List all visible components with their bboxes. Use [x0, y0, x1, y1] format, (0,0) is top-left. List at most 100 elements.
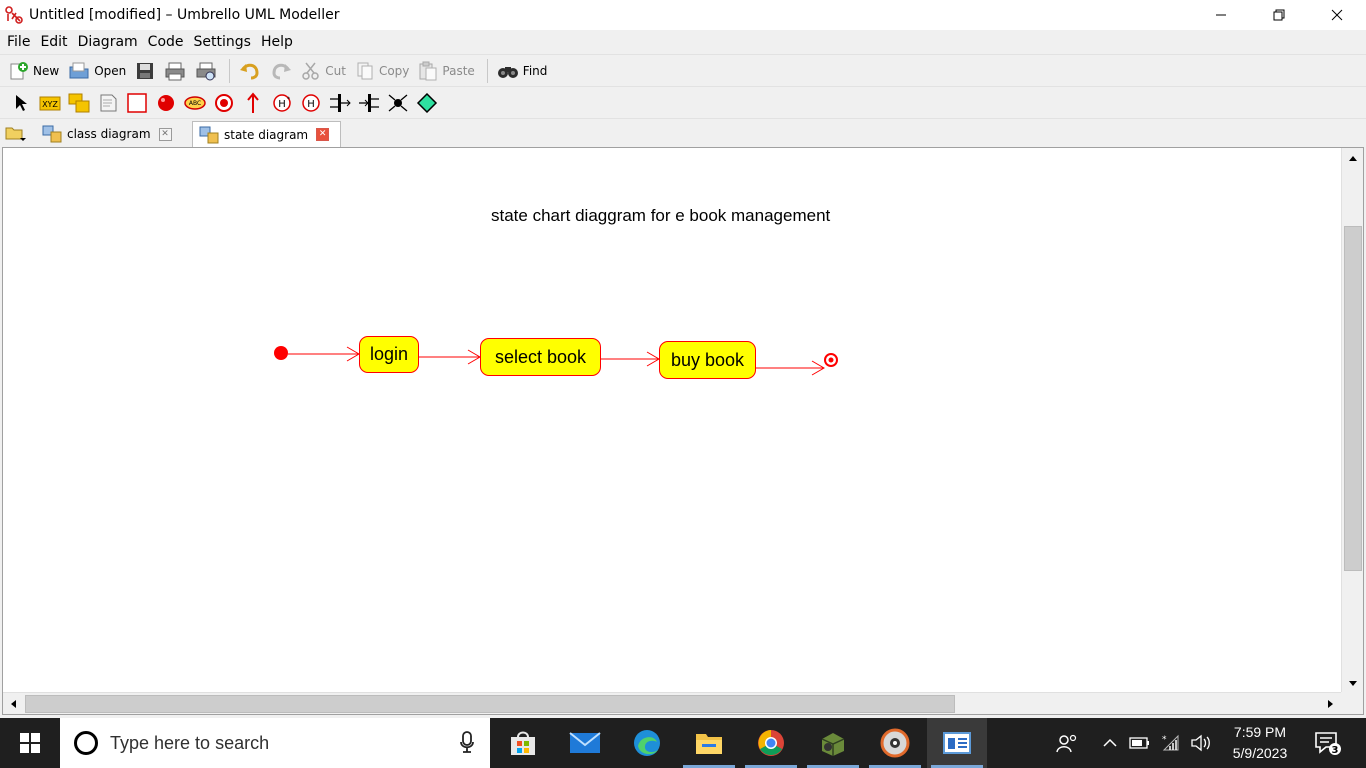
volume-icon[interactable] — [1188, 718, 1214, 768]
toolbar-separator — [486, 58, 488, 83]
print-button[interactable] — [161, 58, 189, 84]
close-button[interactable] — [1308, 0, 1366, 30]
people-icon[interactable] — [1052, 718, 1082, 768]
close-tab-icon[interactable]: ✕ — [158, 127, 172, 141]
note-tool[interactable] — [93, 90, 122, 116]
deep-history-icon: H * — [272, 93, 291, 112]
find-button[interactable]: Find — [494, 58, 551, 84]
printer-icon — [165, 62, 185, 80]
shallow-history-tool[interactable]: H — [296, 90, 325, 116]
undo-button[interactable] — [236, 58, 264, 84]
battery-icon[interactable] — [1128, 718, 1152, 768]
diagram-canvas[interactable]: state chart diaggram for e book manageme… — [3, 148, 1341, 694]
scroll-down-arrow-icon[interactable] — [1345, 676, 1361, 692]
mail-taskbar-button[interactable] — [555, 718, 615, 768]
end-state-icon — [214, 93, 233, 112]
redo-button[interactable] — [267, 58, 295, 84]
state-select-book[interactable]: select book — [480, 338, 601, 376]
menu-code[interactable]: Code — [143, 30, 189, 54]
transitions-layer — [274, 346, 838, 376]
abc-signal-icon: ABC — [183, 95, 206, 110]
join-tool[interactable] — [325, 90, 354, 116]
tab-label: class diagram — [67, 127, 151, 141]
start-button[interactable] — [0, 718, 60, 768]
microsoft-store-taskbar-button[interactable] — [493, 718, 553, 768]
transition-initial-to-login[interactable] — [288, 346, 360, 362]
umbrello-taskbar-button[interactable] — [927, 718, 987, 768]
open-button[interactable]: Open — [65, 58, 129, 84]
new-button[interactable]: New — [6, 58, 62, 84]
initial-state-node[interactable] — [274, 346, 288, 360]
edge-taskbar-button[interactable] — [617, 718, 677, 768]
window-title: Untitled [modified] – Umbrello UML Model… — [29, 7, 340, 23]
file-explorer-taskbar-button[interactable] — [679, 718, 739, 768]
final-state-node[interactable] — [824, 353, 838, 367]
select-arrow-tool[interactable] — [6, 90, 35, 116]
clock[interactable]: 7:59 PM 5/9/2023 — [1222, 722, 1298, 764]
save-button[interactable] — [132, 58, 158, 84]
state-diagram-icon — [199, 126, 219, 143]
vertical-scrollbar[interactable] — [1341, 148, 1363, 694]
diagram-canvas-frame: state chart diaggram for e book manageme… — [2, 147, 1364, 715]
initial-state-tool[interactable] — [151, 90, 180, 116]
note-icon — [100, 94, 116, 111]
search-placeholder: Type here to search — [110, 732, 270, 753]
media-app-taskbar-button[interactable] — [865, 718, 925, 768]
show-hidden-icons-chevron-icon[interactable] — [1098, 718, 1122, 768]
transition-tool[interactable] — [238, 90, 267, 116]
junction-tool[interactable] — [383, 90, 412, 116]
restore-button[interactable] — [1250, 0, 1308, 30]
vertical-scroll-thumb[interactable] — [1344, 226, 1362, 571]
cut-button[interactable]: Cut — [298, 58, 349, 84]
microphone-icon[interactable] — [460, 731, 474, 757]
transition-login-to-select-book[interactable] — [419, 349, 481, 365]
toolbar-separator — [229, 58, 231, 83]
taskbar-search-box[interactable]: Type here to search — [60, 718, 490, 768]
menu-settings[interactable]: Settings — [189, 30, 256, 54]
cursor-arrow-icon — [15, 94, 27, 111]
menu-file[interactable]: File — [2, 30, 35, 54]
menu-diagram[interactable]: Diagram — [73, 30, 143, 54]
box-tool[interactable] — [122, 90, 151, 116]
deep-history-tool[interactable]: H * — [267, 90, 296, 116]
horizontal-scroll-thumb[interactable] — [25, 695, 955, 713]
chrome-taskbar-button[interactable] — [741, 718, 801, 768]
tab-state-diagram[interactable]: state diagram ✕ — [192, 121, 341, 147]
scissors-icon — [302, 62, 319, 80]
svg-text:H: H — [278, 99, 286, 110]
umbrello-window-icon — [943, 732, 971, 754]
state-buy-book[interactable]: buy book — [659, 341, 756, 379]
minimize-button[interactable] — [1192, 0, 1250, 30]
class-diagram-icon — [42, 125, 62, 143]
menu-edit[interactable]: Edit — [35, 30, 72, 54]
signal-tool[interactable]: ABC — [180, 90, 209, 116]
wifi-icon[interactable]: * — [1158, 718, 1182, 768]
print-preview-button[interactable] — [192, 58, 220, 84]
edge-browser-icon — [634, 730, 660, 756]
close-tab-icon[interactable]: ✕ — [316, 128, 330, 141]
activity-tool[interactable] — [64, 90, 93, 116]
chrome-browser-icon — [758, 730, 784, 756]
scroll-right-arrow-icon[interactable] — [1323, 696, 1339, 712]
box-icon — [126, 92, 147, 113]
transition-select-book-to-buy-book[interactable] — [600, 351, 660, 367]
notification-center-button[interactable]: 3 — [1306, 718, 1350, 768]
scroll-left-arrow-icon[interactable] — [5, 696, 21, 712]
copy-button[interactable]: Copy — [352, 58, 412, 84]
scroll-up-arrow-icon[interactable] — [1345, 150, 1361, 166]
state-login[interactable]: login — [359, 336, 419, 373]
mail-envelope-icon — [569, 732, 601, 753]
paste-button[interactable]: Paste — [415, 58, 477, 84]
state-tool[interactable]: XYZ — [35, 90, 64, 116]
choice-tool[interactable] — [412, 90, 441, 116]
app-taskbar-button[interactable] — [803, 718, 863, 768]
cut-label: Cut — [325, 63, 346, 78]
notification-count-badge: 3 — [1331, 745, 1339, 756]
transition-buy-book-to-end[interactable] — [756, 360, 825, 376]
menu-help[interactable]: Help — [256, 30, 298, 54]
fork-tool[interactable] — [354, 90, 383, 116]
horizontal-scrollbar[interactable] — [3, 692, 1341, 714]
tab-class-diagram[interactable]: class diagram ✕ — [36, 121, 184, 147]
new-diagram-button[interactable] — [3, 123, 27, 143]
end-state-tool[interactable] — [209, 90, 238, 116]
